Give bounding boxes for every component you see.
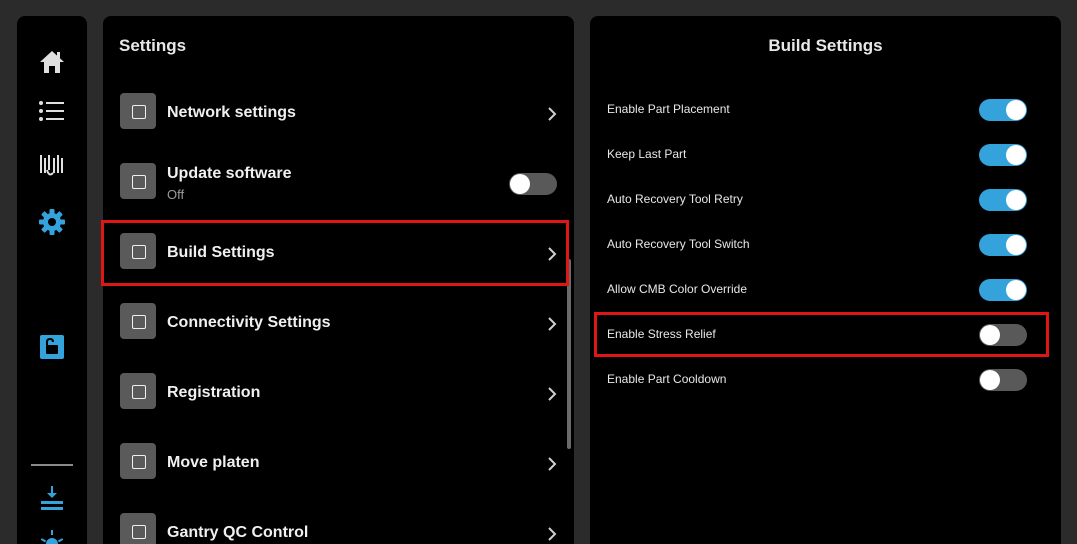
keep-last-part-toggle[interactable] <box>979 144 1027 166</box>
square-icon <box>120 443 156 479</box>
sun-icon[interactable] <box>36 524 68 544</box>
gear-icon[interactable] <box>36 206 68 238</box>
settings-item-label: Build Settings <box>167 244 275 261</box>
download-tray-icon[interactable] <box>36 482 68 514</box>
toggle-knob <box>1006 190 1026 210</box>
settings-item-move-platen[interactable]: Move platen <box>103 430 563 494</box>
chevron-right-icon <box>548 107 557 121</box>
settings-item-status: Off <box>167 187 185 202</box>
home-icon[interactable] <box>36 46 68 78</box>
settings-item-label: Update software <box>167 165 292 182</box>
square-icon <box>120 303 156 339</box>
build-row-label: Keep Last Part <box>607 147 687 161</box>
build-row-label: Enable Part Placement <box>607 102 730 116</box>
settings-item-gantry-qc[interactable]: Gantry QC Control <box>103 500 563 544</box>
settings-item-label: Network settings <box>167 104 296 121</box>
toggle-knob <box>980 325 1000 345</box>
build-row-auto-recovery-tool-retry: Auto Recovery Tool Retry <box>590 180 1061 220</box>
settings-item-connectivity[interactable]: Connectivity Settings <box>103 290 563 354</box>
square-icon <box>120 163 156 199</box>
toggle-knob <box>510 174 530 194</box>
build-row-label: Auto Recovery Tool Switch <box>607 237 750 251</box>
build-row-enable-stress-relief: Enable Stress Relief <box>590 315 1061 355</box>
nav-rail <box>17 16 87 544</box>
settings-item-label: Registration <box>167 384 261 401</box>
build-settings-title: Build Settings <box>768 36 883 55</box>
auto-recovery-tool-retry-toggle[interactable] <box>979 189 1027 211</box>
build-row-allow-cmb-color-override: Allow CMB Color Override <box>590 270 1061 310</box>
settings-item-registration[interactable]: Registration <box>103 360 563 424</box>
enable-part-placement-toggle[interactable] <box>979 99 1027 121</box>
chevron-right-icon <box>548 387 557 401</box>
enable-stress-relief-toggle[interactable] <box>979 324 1027 346</box>
square-icon <box>120 93 156 129</box>
list-icon[interactable] <box>36 95 68 127</box>
toggle-knob <box>1006 235 1026 255</box>
toggle-knob <box>1006 145 1026 165</box>
build-row-label: Enable Part Cooldown <box>607 372 727 386</box>
toggle-knob <box>1006 280 1026 300</box>
settings-item-update-software[interactable]: Update software Off <box>103 150 563 214</box>
settings-item-build-settings[interactable]: Build Settings <box>103 220 563 284</box>
toggle-knob <box>1006 100 1026 120</box>
chevron-right-icon <box>548 247 557 261</box>
square-icon <box>120 373 156 409</box>
chevron-right-icon <box>548 527 557 541</box>
build-row-keep-last-part: Keep Last Part <box>590 135 1061 175</box>
unlock-icon[interactable] <box>36 331 68 363</box>
settings-scrollbar[interactable] <box>567 259 571 449</box>
settings-item-label: Connectivity Settings <box>167 314 331 331</box>
chevron-right-icon <box>548 317 557 331</box>
enable-part-cooldown-toggle[interactable] <box>979 369 1027 391</box>
build-row-label: Enable Stress Relief <box>607 327 716 341</box>
build-row-enable-part-cooldown: Enable Part Cooldown <box>590 360 1061 400</box>
build-queue-icon[interactable] <box>36 150 68 182</box>
settings-panel: Settings Network settings Update softwar… <box>103 16 574 544</box>
build-row-label: Allow CMB Color Override <box>607 282 748 296</box>
build-settings-panel: Build Settings Enable Part Placement Kee… <box>590 16 1061 544</box>
build-row-label: Auto Recovery Tool Retry <box>607 192 743 206</box>
rail-divider <box>31 464 73 466</box>
settings-item-network[interactable]: Network settings <box>103 80 563 144</box>
settings-title: Settings <box>119 36 187 55</box>
toggle-knob <box>980 370 1000 390</box>
settings-item-label: Gantry QC Control <box>167 524 309 541</box>
allow-cmb-color-override-toggle[interactable] <box>979 279 1027 301</box>
update-software-toggle[interactable] <box>509 173 557 195</box>
chevron-right-icon <box>548 457 557 471</box>
square-icon <box>120 513 156 544</box>
auto-recovery-tool-switch-toggle[interactable] <box>979 234 1027 256</box>
settings-item-label: Move platen <box>167 454 260 471</box>
square-icon <box>120 233 156 269</box>
build-row-enable-part-placement: Enable Part Placement <box>590 90 1061 130</box>
build-row-auto-recovery-tool-switch: Auto Recovery Tool Switch <box>590 225 1061 265</box>
